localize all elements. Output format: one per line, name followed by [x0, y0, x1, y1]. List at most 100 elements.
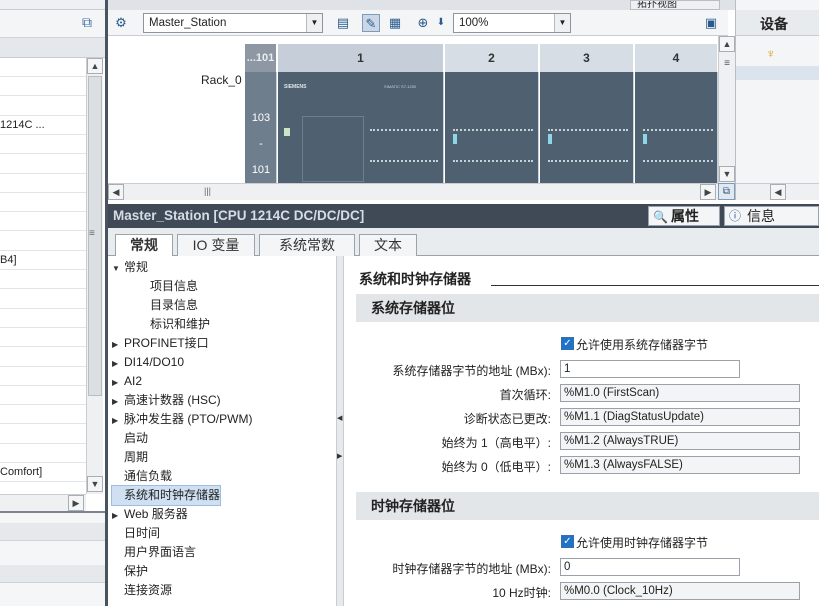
project-tree-row[interactable] — [0, 97, 86, 116]
collapsed-triangle-icon[interactable]: ▶ — [112, 373, 124, 392]
project-tree-row[interactable] — [0, 386, 86, 406]
device-canvas[interactable]: Rack_0 ...101 1 2 3 4 103 - 101 SIEMENS … — [108, 36, 718, 183]
nav-item[interactable]: 启动 — [112, 429, 148, 448]
project-tree-hscrollbar[interactable]: ▶ — [0, 494, 86, 511]
nav-item[interactable]: 连接资源 — [112, 581, 172, 600]
tab-general[interactable]: 常规 — [115, 234, 173, 257]
project-tree-row[interactable] — [0, 290, 86, 309]
signal-module-3[interactable] — [540, 72, 634, 183]
nav-item[interactable]: ▶ Web 服务器 — [112, 505, 188, 524]
network-view-icon[interactable]: ⚙ — [112, 14, 130, 32]
info-tab[interactable]: ⓘ 信息 — [724, 206, 819, 226]
station-select[interactable]: Master_Station ▼ — [143, 13, 323, 33]
nav-item[interactable]: 项目信息 — [138, 277, 198, 296]
project-tree-row[interactable] — [0, 193, 86, 213]
project-tree-row[interactable] — [0, 58, 86, 77]
project-tree-row[interactable] — [0, 135, 86, 155]
device-data-hscrollbar[interactable]: ◀ — [736, 183, 819, 200]
project-tree-row[interactable] — [0, 405, 86, 425]
tab-texts[interactable]: 文本 — [359, 234, 417, 256]
project-tree-vscrollbar[interactable]: ▲ ≡ ▼ — [86, 58, 103, 494]
signal-module-4[interactable] — [635, 72, 718, 183]
expanded-triangle-icon[interactable]: ▼ — [112, 259, 124, 278]
device-hscrollbar[interactable]: ◀ ||| ▶ — [108, 183, 718, 200]
slot-header-1[interactable]: 1 — [278, 44, 444, 72]
comm-module-slot[interactable]: 103 - 101 — [245, 72, 277, 183]
overview-navigation-icon[interactable]: ⧉ — [718, 183, 735, 200]
scroll-up-icon[interactable]: ▲ — [719, 36, 735, 52]
project-tree-row[interactable]: 1214C ... — [0, 116, 86, 135]
project-tree-row[interactable]: Comfort] — [0, 463, 86, 483]
tab-io-tags[interactable]: IO 变量 — [177, 234, 255, 256]
project-tree-row[interactable] — [0, 155, 86, 174]
project-tree-row[interactable] — [0, 174, 86, 193]
enable-system-memory-checkbox[interactable]: ✓ — [561, 337, 574, 350]
nav-item[interactable]: 周期 — [112, 448, 148, 467]
nav-item[interactable]: 通信负载 — [112, 467, 172, 486]
nav-item[interactable]: 保护 — [112, 562, 148, 581]
signal-module-2[interactable] — [445, 72, 539, 183]
project-tree-row[interactable] — [0, 212, 86, 232]
collapse-left-icon[interactable]: ◀ — [337, 414, 342, 422]
enable-clock-memory-checkbox[interactable]: ✓ — [561, 535, 574, 548]
scroll-down-icon[interactable]: ▼ — [719, 166, 735, 182]
project-tree-row[interactable] — [0, 444, 86, 463]
project-tree-row[interactable] — [0, 270, 86, 290]
collapsed-triangle-icon[interactable]: ▶ — [112, 354, 124, 373]
slot-header-4[interactable]: 4 — [635, 44, 718, 72]
new-window-icon[interactable]: ⧉ — [82, 14, 92, 31]
nav-item[interactable]: 目录信息 — [138, 296, 198, 315]
collapsed-triangle-icon[interactable]: ▶ — [112, 392, 124, 411]
nav-item[interactable]: ▶ AI2 — [112, 372, 142, 391]
zoom-dropdown-icon[interactable]: ⬇ — [432, 14, 450, 32]
project-tree-row[interactable]: B4] — [0, 251, 86, 270]
properties-tab[interactable]: 🔍 属性 — [648, 206, 720, 226]
collapsed-triangle-icon[interactable]: ▶ — [112, 335, 124, 354]
project-tree-row[interactable] — [0, 328, 86, 348]
nav-item[interactable]: ▶ DI14/DO10 — [112, 353, 184, 372]
collapsed-triangle-icon[interactable]: ▶ — [112, 411, 124, 430]
project-tree-row[interactable] — [0, 367, 86, 386]
properties-splitter[interactable]: ◀ ▶ — [337, 256, 344, 606]
zoom-select[interactable]: 100% ▼ — [453, 13, 571, 33]
collapsed-triangle-icon[interactable]: ▶ — [112, 506, 124, 525]
properties-icon: 🔍 — [653, 210, 668, 224]
device-vscrollbar[interactable]: ▲ ≡ ▼ — [718, 36, 735, 183]
tab-system-constants[interactable]: 系统常数 — [259, 234, 355, 256]
slot-header-3[interactable]: 3 — [540, 44, 634, 72]
nav-item[interactable]: ▼ 常规 — [112, 258, 148, 277]
zoom-icon[interactable]: ⊕ — [414, 14, 432, 32]
nav-item[interactable]: 系统和时钟存储器 — [110, 485, 222, 506]
scroll-down-icon[interactable]: ▼ — [87, 476, 103, 492]
project-tree-row[interactable] — [0, 309, 86, 328]
clock-memory-address-input[interactable]: 0 — [560, 558, 740, 576]
memory-bit-value: %M0.0 (Clock_10Hz) — [560, 582, 800, 600]
system-memory-section-title: 系统存储器位 — [356, 294, 819, 322]
scroll-right-icon[interactable]: ▶ — [700, 184, 716, 200]
device-overview-icon[interactable]: ▤ — [334, 14, 352, 32]
device-data-tab-label[interactable]: 设备 — [760, 14, 788, 34]
grid-icon[interactable]: ▦ — [386, 14, 404, 32]
project-tree-row[interactable] — [0, 425, 86, 444]
scroll-up-icon[interactable]: ▲ — [87, 58, 103, 74]
nav-item[interactable]: 标识和维护 — [138, 315, 210, 334]
slot-header-2[interactable]: 2 — [445, 44, 539, 72]
nav-item-label: 系统和时钟存储器 — [124, 488, 221, 502]
scroll-left-icon[interactable]: ◀ — [108, 184, 124, 200]
project-tree-row[interactable] — [0, 77, 86, 97]
scroll-right-icon[interactable]: ▶ — [68, 495, 84, 511]
nav-item[interactable]: 日时间 — [112, 524, 160, 543]
project-tree-row[interactable] — [0, 232, 86, 251]
scroll-left-icon[interactable]: ◀ — [770, 184, 786, 200]
draw-connection-icon[interactable]: ✎ — [362, 14, 380, 32]
system-memory-address-input[interactable]: 1 — [560, 360, 740, 378]
save-layout-icon[interactable]: ▣ — [702, 14, 720, 32]
nav-item[interactable]: 用户界面语言 — [112, 543, 196, 562]
nav-item[interactable]: ▶ 脉冲发生器 (PTO/PWM) — [112, 410, 252, 429]
nav-item[interactable]: ▶ 高速计数器 (HSC) — [112, 391, 221, 410]
nav-item[interactable]: ▶ PROFINET接口 — [112, 334, 209, 353]
cpu-module[interactable]: SIEMENS SIMATIC S7-1200 — [278, 72, 444, 183]
project-tree-row[interactable] — [0, 348, 86, 367]
expand-right-icon[interactable]: ▶ — [337, 452, 342, 460]
tab-topology-view[interactable]: 拓扑视图 — [630, 0, 720, 10]
